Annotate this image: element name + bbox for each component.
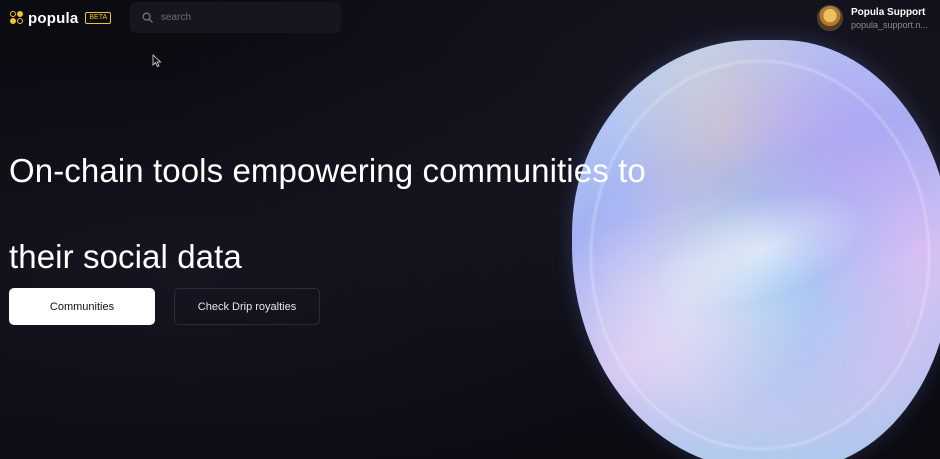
logo[interactable]: popula BETA (10, 8, 112, 28)
mouse-pointer-icon (152, 54, 162, 68)
search-bar[interactable] (130, 2, 341, 33)
search-icon (142, 12, 153, 23)
communities-button[interactable]: Communities (9, 288, 155, 325)
check-drip-royalties-button[interactable]: Check Drip royalties (174, 288, 320, 325)
logo-icon (10, 11, 24, 25)
logo-text: popula (28, 9, 79, 27)
top-bar: popula BETA Popula Support popula_suppor… (0, 0, 940, 40)
search-input[interactable] (161, 12, 321, 23)
hero-title: On-chain tools empowering communities to… (9, 152, 646, 275)
beta-badge: BETA (85, 12, 112, 24)
avatar[interactable] (816, 5, 843, 31)
user-handle: popula_support.n... (850, 19, 928, 30)
user-name: Popula Support (850, 6, 926, 18)
user-profile[interactable]: Popula Support popula_support.n... (816, 4, 928, 32)
